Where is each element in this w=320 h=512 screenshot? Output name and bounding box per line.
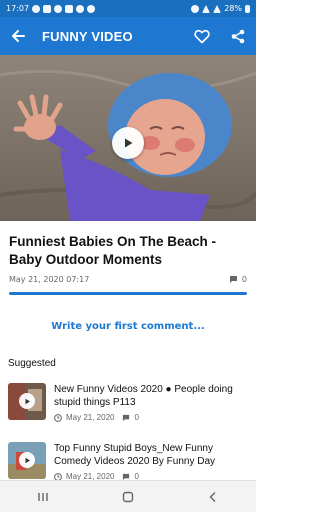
play-icon <box>25 398 30 404</box>
youtube-notification-icon <box>43 4 52 13</box>
suggested-thumbnail <box>8 442 46 479</box>
write-comment-link[interactable]: Write your first comment... <box>0 321 256 332</box>
comment-icon <box>123 414 130 421</box>
messenger-notification-icon <box>87 4 96 13</box>
app-bar: FUNNY VIDEO <box>0 17 256 55</box>
back-nav-button[interactable] <box>203 487 223 507</box>
suggested-date: May 21, 2020 <box>66 413 115 422</box>
signal-icon <box>213 4 222 13</box>
video-title: Funniest Babies On The Beach - Baby Outd… <box>9 234 217 267</box>
app-notification-icon <box>76 4 85 13</box>
comment-count[interactable]: 0 <box>229 275 247 284</box>
alarm-icon <box>191 4 200 13</box>
suggested-comments: 0 <box>134 413 139 422</box>
page-title: FUNNY VIDEO <box>42 28 133 44</box>
comment-icon <box>229 276 237 283</box>
recent-apps-button[interactable] <box>33 487 53 507</box>
home-button[interactable] <box>118 487 138 507</box>
arrow-back-icon <box>12 30 25 42</box>
suggested-heading: Suggested <box>8 358 56 369</box>
comment-count-value: 0 <box>241 275 247 284</box>
recent-apps-icon <box>37 492 48 501</box>
status-bar: 17:07 28% <box>0 0 256 17</box>
share-icon <box>231 29 245 43</box>
battery-level: 28% <box>224 4 242 13</box>
video-player[interactable] <box>0 55 256 221</box>
play-icon <box>25 457 30 463</box>
share-button[interactable] <box>228 26 248 46</box>
favorite-button[interactable] <box>192 26 212 46</box>
suggested-meta: May 21, 2020 0 <box>54 413 248 422</box>
heart-icon <box>194 29 210 43</box>
suggested-item[interactable]: Top Funny Stupid Boys_New Funny Comedy V… <box>8 442 248 481</box>
suggested-thumbnail <box>8 383 46 420</box>
video-date: May 21, 2020 07:17 <box>9 275 90 284</box>
instagram-notification-icon <box>54 4 63 13</box>
suggested-item[interactable]: New Funny Videos 2020 ● People doing stu… <box>8 383 248 422</box>
chevron-left-icon <box>209 491 216 502</box>
home-icon <box>122 491 134 502</box>
facebook-notification-icon <box>32 4 41 13</box>
progress-divider <box>9 292 247 295</box>
play-button[interactable] <box>112 127 144 159</box>
upload-notification-icon <box>65 4 74 13</box>
video-meta: May 21, 2020 07:17 0 <box>0 269 256 284</box>
play-button <box>19 393 35 409</box>
play-button <box>19 452 35 468</box>
system-nav-bar <box>0 480 256 512</box>
clock-icon <box>54 413 62 422</box>
video-info: Funniest Babies On The Beach - Baby Outd… <box>0 221 256 332</box>
suggested-title: Top Funny Stupid Boys_New Funny Comedy V… <box>54 443 216 467</box>
status-time: 17:07 <box>6 4 30 13</box>
suggested-title: New Funny Videos 2020 ● People doing stu… <box>54 384 233 408</box>
back-button[interactable] <box>8 26 28 46</box>
wifi-icon <box>202 4 211 13</box>
play-icon <box>125 138 133 148</box>
battery-icon <box>245 4 250 13</box>
